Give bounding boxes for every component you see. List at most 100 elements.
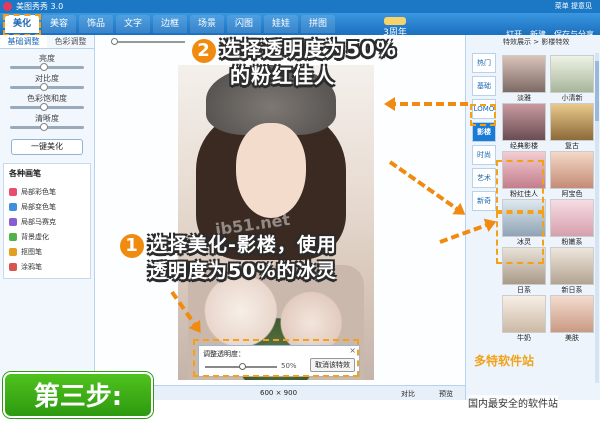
- brush-label: 涂鸦笔: [21, 262, 42, 271]
- slider-knob[interactable]: [40, 83, 48, 91]
- effect-thumb[interactable]: 小清新: [550, 55, 594, 103]
- effect-preview: [502, 55, 546, 93]
- scrollbar-thumb[interactable]: [595, 61, 599, 121]
- effect-thumb[interactable]: 淡雅: [502, 55, 546, 103]
- tab-color-adjust[interactable]: 色彩调整: [47, 35, 94, 48]
- site-tagline: 国内最安全的软件站: [468, 395, 558, 410]
- tab-accessories[interactable]: 饰品: [79, 15, 113, 33]
- brushes-panel: 各种画笔 局部彩色笔 局部变色笔 局部马赛克 背景虚化 抠图笔 涂鸦笔: [3, 163, 91, 279]
- brush-label: 局部马赛克: [21, 217, 56, 226]
- tab-collage[interactable]: 拼图: [301, 15, 335, 33]
- main-tabs: 美化 美容 饰品 文字 边框 场景 闪图 娃娃 拼图: [5, 15, 338, 33]
- category-hot[interactable]: 热门: [472, 53, 496, 73]
- brushes-title: 各种画笔: [9, 169, 41, 178]
- brush-cutout[interactable]: 抠图笔: [9, 244, 85, 259]
- effect-thumb[interactable]: 新日系: [550, 247, 594, 295]
- effect-thumb[interactable]: 复古: [550, 103, 594, 151]
- effect-label: 复古: [565, 142, 579, 150]
- highlight-transparency-panel: [193, 339, 359, 377]
- brush-doodle[interactable]: 涂鸦笔: [9, 259, 85, 274]
- highlight-beautify-tab: [3, 14, 41, 36]
- effect-label: 阿宝色: [561, 190, 583, 198]
- one-key-beautify-button[interactable]: 一键美化: [11, 139, 83, 155]
- category-basic[interactable]: 基础: [472, 76, 496, 96]
- sharpness-slider[interactable]: [10, 123, 84, 131]
- effects-scrollbar[interactable]: [595, 53, 599, 383]
- effect-preview: [550, 199, 594, 237]
- step1-number: 1: [120, 234, 144, 258]
- saturation-slider[interactable]: [10, 103, 84, 111]
- effect-preview: [550, 295, 594, 333]
- anniversary-badge: 3周年: [375, 5, 415, 38]
- mosaic-icon: [9, 217, 17, 226]
- highlight-pink-effect: [496, 160, 544, 212]
- pen-icon: [9, 262, 17, 271]
- tab-flash[interactable]: 闪图: [227, 15, 261, 33]
- app-logo-icon: [3, 2, 12, 11]
- tab-text[interactable]: 文字: [116, 15, 150, 33]
- tab-scene[interactable]: 场景: [190, 15, 224, 33]
- brush-icon: [9, 202, 17, 211]
- effect-preview: [550, 55, 594, 93]
- compare-button[interactable]: 对比: [401, 389, 415, 399]
- step1-note: 1 选择美化-影楼，使用 透明度为50%的冰灵: [120, 232, 337, 284]
- effect-preview: [550, 103, 594, 141]
- zoom-slider[interactable]: [111, 38, 185, 45]
- brush-blur[interactable]: 背景虚化: [9, 229, 85, 244]
- category-fashion[interactable]: 时尚: [472, 145, 496, 165]
- effect-categories: 热门 基础 LOMO 影楼 时尚 艺术 新奇: [472, 53, 496, 214]
- slider-knob[interactable]: [40, 123, 48, 131]
- step2-number: 2: [192, 39, 216, 63]
- window-titlebar: 美图秀秀 3.0: [0, 0, 600, 13]
- effect-label: 美肤: [565, 334, 579, 342]
- category-art[interactable]: 艺术: [472, 168, 496, 188]
- step1-line2: 透明度为50%的冰灵: [148, 260, 337, 282]
- tab-makeup[interactable]: 美容: [42, 15, 76, 33]
- effect-thumb[interactable]: 牛奶: [502, 295, 546, 343]
- brightness-slider[interactable]: [10, 63, 84, 71]
- step2-line1: 选择透明度为50%: [220, 37, 397, 61]
- highlight-studio-category: [470, 104, 496, 126]
- slider-knob[interactable]: [40, 103, 48, 111]
- image-size: 600 × 900: [260, 389, 298, 397]
- preview-button[interactable]: 预览: [439, 389, 453, 399]
- brush-mosaic[interactable]: 局部马赛克: [9, 214, 85, 229]
- slider-knob[interactable]: [40, 63, 48, 71]
- effect-thumb[interactable]: 粉嫩系: [550, 199, 594, 247]
- effect-label: 小清新: [561, 94, 583, 102]
- contrast-slider[interactable]: [10, 83, 84, 91]
- brush-label: 抠图笔: [21, 247, 42, 256]
- brightness-label: 亮度: [39, 54, 55, 63]
- effect-label: 经典影楼: [510, 142, 538, 150]
- adjust-tabs: 基础调整 色彩调整: [0, 35, 94, 49]
- category-novel[interactable]: 新奇: [472, 191, 496, 211]
- site-logo: 多特软件站: [474, 354, 535, 368]
- arrow-to-title: [388, 102, 468, 106]
- top-links[interactable]: 菜单 提意见: [555, 1, 592, 11]
- slider-knob[interactable]: [111, 38, 118, 45]
- effect-thumb[interactable]: 美肤: [550, 295, 594, 343]
- brush-local-recolor[interactable]: 局部变色笔: [9, 199, 85, 214]
- left-panel: 基础调整 色彩调整 亮度 对比度 色彩饱和度 清晰度 一键美化 各种画笔 局部彩…: [0, 35, 95, 400]
- effect-label: 牛奶: [517, 334, 531, 342]
- effect-preview: [550, 151, 594, 189]
- brush-icon: [9, 187, 17, 196]
- effect-thumb[interactable]: 经典影楼: [502, 103, 546, 151]
- effect-thumb[interactable]: 阿宝色: [550, 151, 594, 199]
- app-title: 美图秀秀 3.0: [16, 2, 64, 11]
- step2-line2: 的粉红佳人: [230, 64, 335, 88]
- step-badge: 第三步:: [3, 372, 153, 418]
- effect-preview: [502, 295, 546, 333]
- contrast-label: 对比度: [35, 74, 59, 83]
- brush-local-color[interactable]: 局部彩色笔: [9, 184, 85, 199]
- saturation-label: 色彩饱和度: [27, 94, 67, 103]
- tab-basic-adjust[interactable]: 基础调整: [0, 35, 47, 48]
- effect-preview: [502, 103, 546, 141]
- brush-label: 局部彩色笔: [21, 187, 56, 196]
- scissors-icon: [9, 247, 17, 256]
- tab-doll[interactable]: 娃娃: [264, 15, 298, 33]
- blur-icon: [9, 232, 17, 241]
- highlight-ice-effect: [496, 212, 544, 264]
- tab-frame[interactable]: 边框: [153, 15, 187, 33]
- brush-label: 背景虚化: [21, 232, 49, 241]
